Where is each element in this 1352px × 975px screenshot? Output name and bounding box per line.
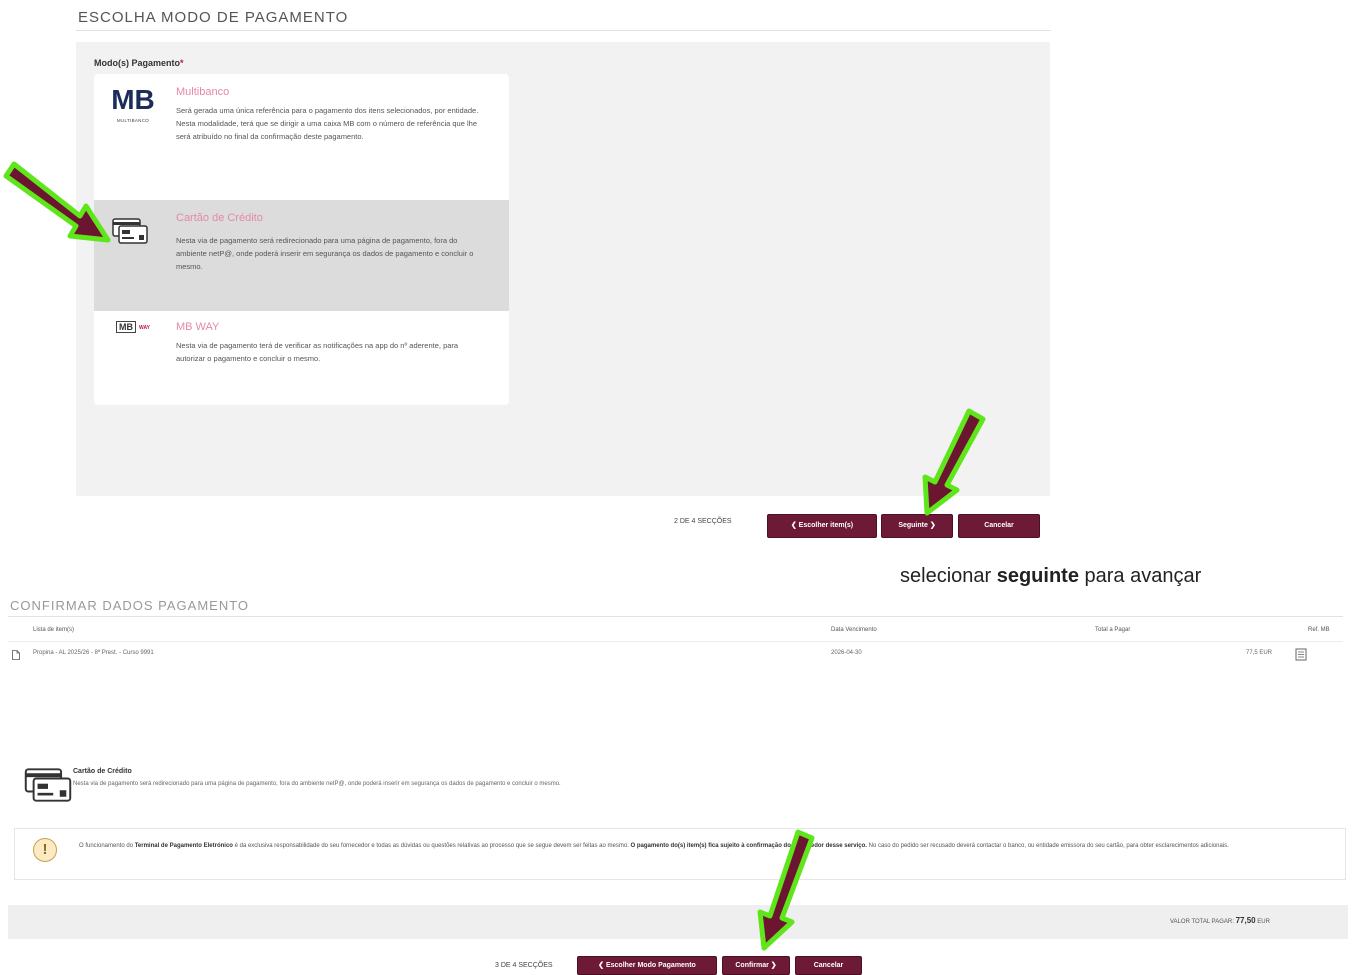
warning-bold1: Terminal de Pagamento Eletrónico bbox=[134, 843, 233, 849]
row-due-date: 2026-04-30 bbox=[831, 650, 862, 656]
annotation-arrow-next bbox=[922, 408, 986, 516]
confirm-button[interactable]: Confirmar ❯ bbox=[722, 956, 790, 975]
caption-suffix: para avançar bbox=[1078, 565, 1202, 587]
mbway-logo-icon: MB WAY bbox=[116, 321, 150, 333]
warning-text: O funcionamento do Terminal de Pagamento… bbox=[79, 840, 1329, 853]
warning-part3: No caso do pedido ser recusado deverá co… bbox=[866, 843, 1229, 849]
option-title: Cartão de Crédito bbox=[176, 212, 263, 224]
multibanco-logo-text: MB bbox=[111, 84, 155, 115]
option-description: Será gerada uma única referência para o … bbox=[176, 106, 479, 141]
mbway-logo-subtext: WAY bbox=[139, 324, 150, 331]
total-currency: EUR bbox=[1255, 919, 1270, 925]
payment-modes-label-text: Modo(s) Pagamento bbox=[94, 58, 181, 68]
document-icon[interactable] bbox=[1295, 648, 1307, 661]
credit-card-icon bbox=[24, 768, 72, 802]
section-pager: 2 DE 4 SECÇÕES bbox=[674, 518, 732, 525]
multibanco-logo-icon: MB MULTIBANCO bbox=[108, 86, 158, 136]
column-header-due-date: Data Vencimento bbox=[831, 627, 877, 633]
caption-bold: seguinte bbox=[996, 565, 1079, 587]
back-choose-payment-mode-button[interactable]: ❮ Escolher Modo Pagamento bbox=[577, 956, 717, 975]
payment-option-mbway[interactable]: MB WAY MB WAY Nesta via de pagamento terá… bbox=[94, 311, 509, 405]
payment-options-card: MB MULTIBANCO Multibanco Será gerada uma… bbox=[94, 74, 509, 405]
instruction-caption: selecionar seguinte para avançar bbox=[900, 565, 1201, 588]
cancel-button[interactable]: Cancelar bbox=[795, 956, 862, 975]
file-icon bbox=[12, 650, 20, 660]
annotation-arrow-credit-card bbox=[3, 161, 111, 243]
total-value: 77,50 bbox=[1235, 916, 1256, 925]
selected-method-title: Cartão de Crédito bbox=[73, 768, 132, 775]
back-choose-items-button[interactable]: ❮ Escolher item(s) bbox=[767, 514, 877, 538]
warning-part1: O funcionamento do bbox=[79, 843, 135, 849]
section-pager: 3 DE 4 SECÇÕES bbox=[495, 962, 553, 969]
payment-option-credit-card[interactable]: Cartão de Crédito Nesta via de pagamento… bbox=[94, 200, 509, 311]
section-title-payment-mode: ESCOLHA MODO DE PAGAMENTO bbox=[78, 9, 349, 26]
payment-modes-label: Modo(s) Pagamento* bbox=[94, 58, 184, 68]
mbway-logo-text: MB bbox=[116, 321, 136, 333]
option-title: Multibanco bbox=[176, 86, 230, 98]
multibanco-logo-subtext: MULTIBANCO bbox=[116, 118, 150, 123]
divider bbox=[8, 616, 1343, 617]
column-header-items: Lista de item(s) bbox=[33, 627, 75, 633]
row-total: 77,5 EUR bbox=[1246, 650, 1273, 656]
row-item-name: Propina - AL 2025/26 - 8ª Prest. - Curso… bbox=[33, 650, 154, 656]
option-title: MB WAY bbox=[176, 321, 220, 333]
divider bbox=[76, 30, 1051, 31]
option-description: Nesta via de pagamento terá de verificar… bbox=[176, 341, 459, 363]
option-description: Nesta via de pagamento será redirecionad… bbox=[176, 236, 474, 271]
exclamation-icon: ! bbox=[33, 838, 57, 862]
column-header-ref-mb: Ref. MB bbox=[1308, 627, 1330, 633]
warning-box bbox=[14, 828, 1346, 880]
section-title-confirm-payment: CONFIRMAR DADOS PAGAMENTO bbox=[10, 598, 250, 613]
payment-option-multibanco[interactable]: MB MULTIBANCO Multibanco Será gerada uma… bbox=[94, 74, 509, 200]
total-label: VALOR TOTAL PAGAR: bbox=[1170, 919, 1236, 925]
required-mark: * bbox=[180, 58, 184, 68]
column-header-total: Total a Pagar bbox=[1095, 627, 1131, 633]
total-amount: VALOR TOTAL PAGAR: 77,50 EUR bbox=[1170, 916, 1270, 925]
annotation-arrow-confirm bbox=[757, 829, 815, 951]
caption-prefix: selecionar bbox=[900, 565, 997, 587]
warning-part2: é da exclusiva responsabilidade do seu f… bbox=[232, 843, 631, 849]
selected-method-description: Nesta via de pagamento será redirecionad… bbox=[73, 781, 561, 787]
total-bar bbox=[8, 905, 1348, 939]
table-header-divider bbox=[8, 641, 1343, 642]
